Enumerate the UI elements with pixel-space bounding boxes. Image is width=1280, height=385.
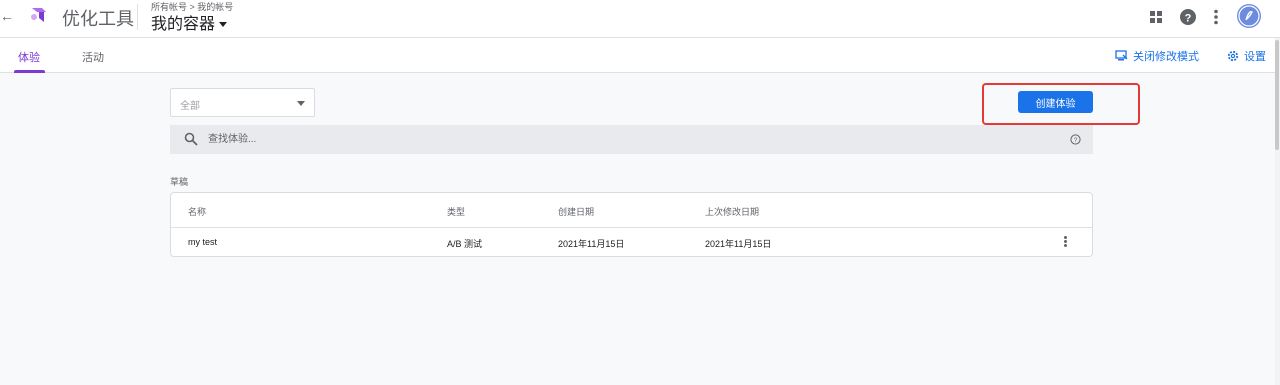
tab-bar: 体验 活动 关闭修改模式 设置 <box>0 38 1280 73</box>
scrollbar-thumb[interactable] <box>1275 40 1279 150</box>
tab-experiences[interactable]: 体验 <box>18 49 40 65</box>
row-created-cell: 2021年11月15日 <box>558 239 625 249</box>
filter-selected-value: 全部 <box>180 101 200 112</box>
avatar[interactable] <box>1237 4 1261 28</box>
drafts-section-label: 草稿 <box>170 177 189 187</box>
row-type-cell: A/B 测试 <box>447 239 483 249</box>
row-name-cell[interactable]: my test <box>188 237 217 247</box>
tab-activity[interactable]: 活动 <box>82 49 104 65</box>
column-header-modified[interactable]: 上次修改日期 <box>705 205 759 218</box>
close-edit-mode-label: 关闭修改模式 <box>1133 51 1199 63</box>
top-app-bar: ← 优化工具 所有帐号 > 我的帐号 我的容器 ? <box>0 0 1280 38</box>
create-experience-button[interactable]: 创建体验 <box>1018 91 1093 113</box>
container-switcher[interactable]: 我的容器 <box>151 10 228 34</box>
active-tab-indicator <box>14 70 45 73</box>
optimize-logo-icon <box>31 8 46 22</box>
column-header-name[interactable]: 名称 <box>188 205 206 218</box>
app-name: 优化工具 <box>62 9 134 29</box>
user-avatar-icon <box>1238 5 1260 27</box>
edit-mode-icon <box>1115 50 1128 61</box>
gear-icon <box>1227 50 1239 62</box>
chevron-down-icon <box>219 22 228 28</box>
search-help-icon[interactable]: ? <box>1070 134 1081 145</box>
container-name: 我的容器 <box>151 16 216 33</box>
help-icon[interactable]: ? <box>1178 7 1198 27</box>
header-row-divider <box>171 227 1092 228</box>
search-input[interactable] <box>208 131 1028 148</box>
svg-text:?: ? <box>1185 13 1192 25</box>
search-bar: ? <box>170 125 1093 154</box>
drafts-table: 名称 类型 创建日期 上次修改日期 my test A/B 测试 2021年11… <box>170 192 1093 257</box>
column-header-type[interactable]: 类型 <box>447 205 465 218</box>
more-vert-icon[interactable] <box>1206 7 1226 27</box>
row-modified-cell: 2021年11月15日 <box>705 239 772 249</box>
row-more-vert-icon[interactable] <box>1061 235 1069 249</box>
column-header-created[interactable]: 创建日期 <box>558 205 594 218</box>
settings-label: 设置 <box>1244 51 1266 63</box>
back-arrow-icon[interactable]: ← <box>0 8 14 28</box>
search-icon <box>184 132 198 146</box>
status-filter-select[interactable]: 全部 <box>170 88 315 117</box>
settings-button[interactable]: 设置 <box>1227 48 1266 64</box>
close-edit-mode-button[interactable]: 关闭修改模式 <box>1115 48 1199 64</box>
header-divider <box>137 4 138 30</box>
apps-grid-icon[interactable] <box>1146 7 1166 27</box>
dropdown-arrow-icon <box>297 101 305 106</box>
svg-text:?: ? <box>1074 137 1078 144</box>
